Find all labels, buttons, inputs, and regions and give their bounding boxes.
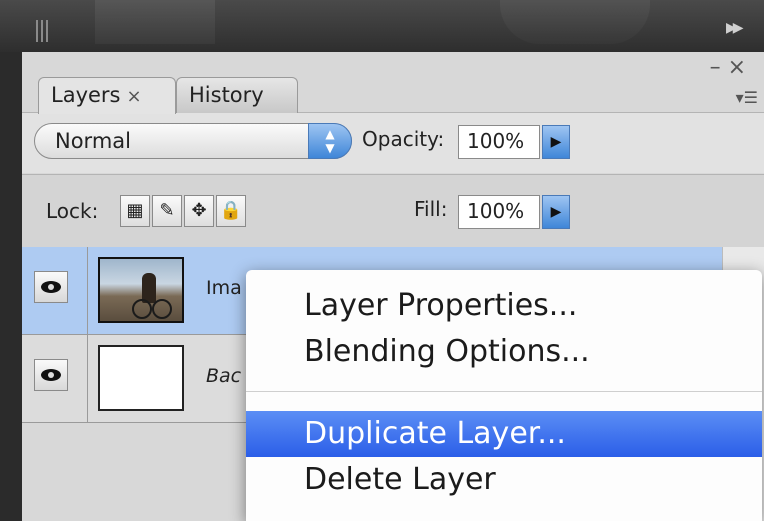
tab-layers[interactable]: Layers × [38, 77, 176, 114]
background-decoration [500, 0, 650, 44]
layer-thumbnail-photo [98, 257, 184, 323]
tab-history-label: History [189, 83, 264, 107]
visibility-eye-icon[interactable] [34, 271, 68, 303]
menu-item-blending-options[interactable]: Blending Options... [246, 329, 762, 375]
tab-layers-label: Layers [51, 83, 121, 107]
layer-thumbnail-blank [98, 345, 184, 411]
blend-opacity-row: Normal ▲ ▼ Opacity: 100% ▶ [22, 113, 764, 173]
panel-menu-icon[interactable]: ▾☰ [736, 88, 758, 107]
blend-mode-select[interactable]: Normal ▲ ▼ [34, 123, 352, 159]
lock-label: Lock: [46, 199, 99, 223]
fill-input[interactable]: 100% [458, 195, 540, 229]
menu-separator [246, 391, 762, 392]
lock-position-move-icon[interactable]: ✥ [184, 195, 214, 227]
menu-item-layer-properties[interactable]: Layer Properties... [246, 283, 762, 329]
lock-all-padlock-icon[interactable]: 🔒 [216, 195, 246, 227]
panel-minimize-close[interactable]: – × [710, 55, 746, 80]
fill-slider-arrow-icon[interactable]: ▶ [542, 195, 570, 229]
panel-tab-strip: Layers × History – × ▾☰ [22, 52, 764, 114]
visibility-cell [22, 247, 88, 335]
visibility-cell [22, 335, 88, 423]
fill-label: Fill: [414, 197, 448, 221]
close-icon[interactable]: × [728, 55, 746, 80]
lock-fill-row: Lock: ▦ ✎ ✥ 🔒 Fill: 100% ▶ [22, 174, 764, 248]
minimize-icon[interactable]: – [710, 55, 721, 80]
lock-image-pixels-brush-icon[interactable]: ✎ [152, 195, 182, 227]
background-decoration [95, 0, 215, 44]
menu-item-delete-layer[interactable]: Delete Layer [246, 457, 762, 503]
menu-item-duplicate-layer[interactable]: Duplicate Layer... [246, 411, 762, 457]
tab-history[interactable]: History [176, 77, 298, 113]
expand-panels-icon[interactable]: ▶▶ [726, 20, 743, 36]
opacity-label: Opacity: [362, 127, 445, 151]
visibility-eye-icon[interactable] [34, 359, 68, 391]
opacity-slider-arrow-icon[interactable]: ▶ [542, 125, 570, 159]
blend-mode-value: Normal [55, 129, 131, 153]
drag-grip-icon[interactable] [36, 20, 50, 42]
window-title-bar: ▶▶ [0, 0, 764, 52]
layer-context-menu: Layer Properties... Blending Options... … [246, 270, 762, 521]
opacity-input[interactable]: 100% [458, 125, 540, 159]
layer-name[interactable]: Bac [206, 365, 241, 387]
lock-transparency-icon[interactable]: ▦ [120, 195, 150, 227]
layer-name[interactable]: Ima [206, 277, 242, 299]
stepper-arrows-icon[interactable]: ▲ ▼ [308, 123, 352, 159]
tab-close-icon[interactable]: × [127, 86, 142, 107]
